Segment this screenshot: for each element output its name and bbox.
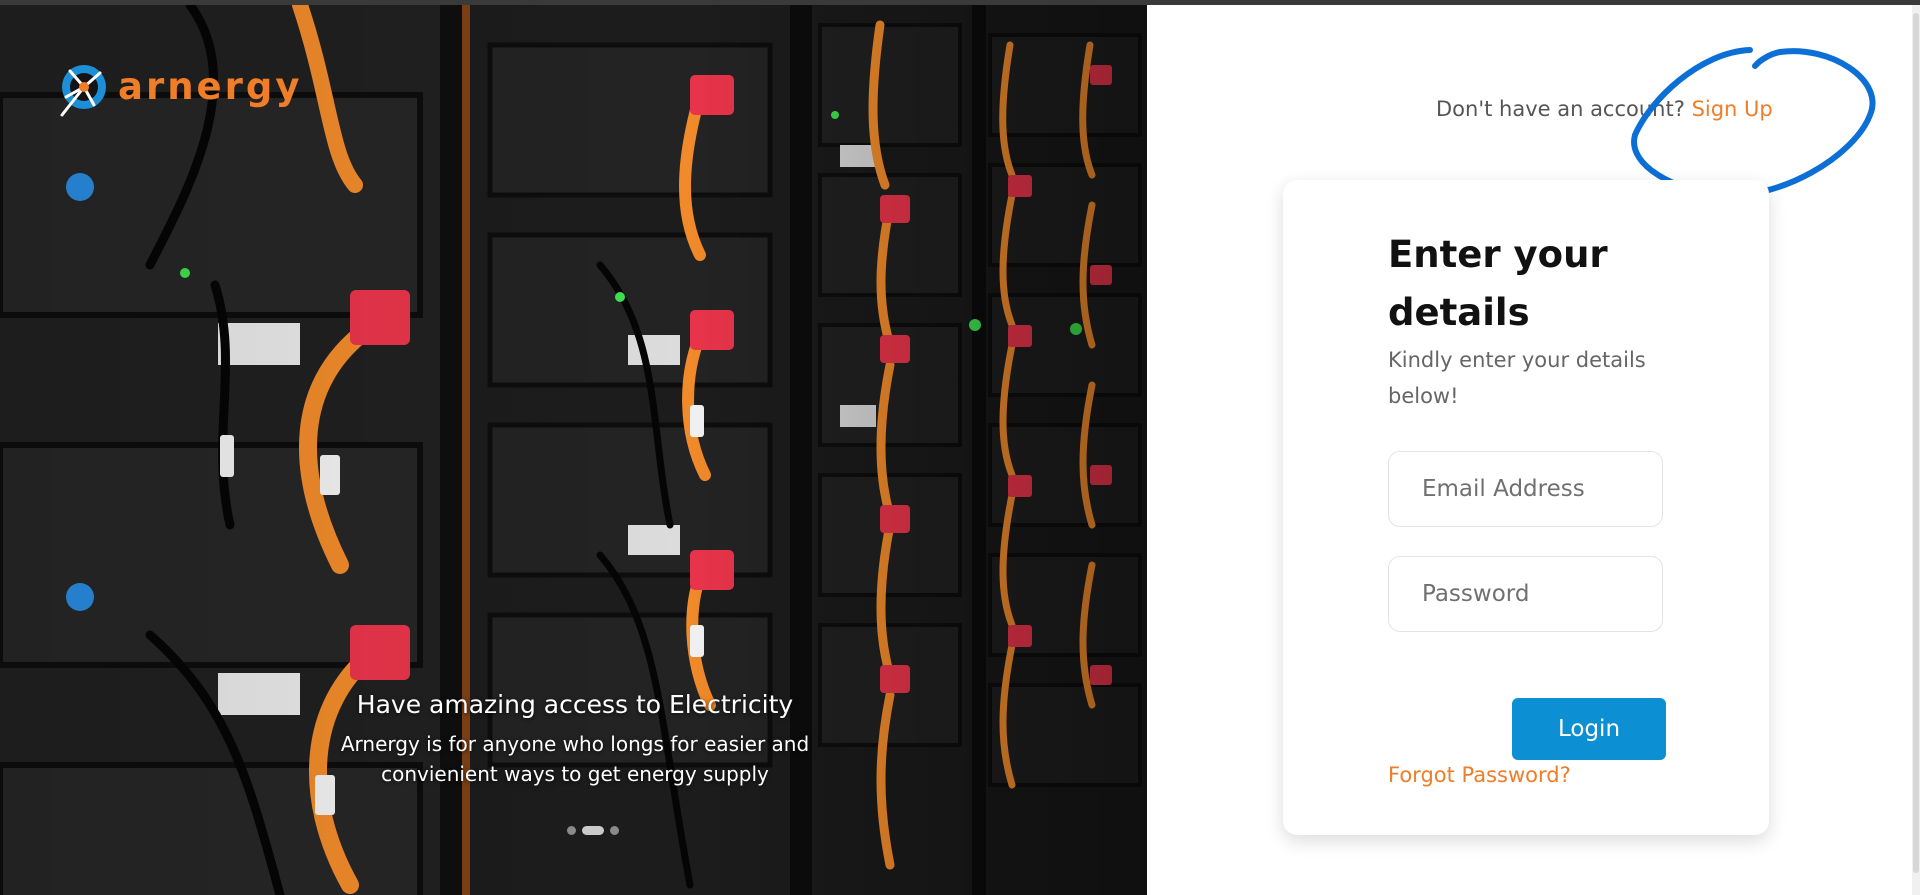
carousel-dot-2[interactable] <box>582 826 604 835</box>
carousel-indicators <box>567 826 619 835</box>
login-card: Enter your details Kindly enter your det… <box>1283 180 1769 835</box>
arnergy-logo-icon <box>60 65 106 117</box>
password-input[interactable] <box>1388 556 1663 632</box>
signup-prompt-line: Don't have an account? Sign Up <box>1436 97 1773 121</box>
hero-panel: arnergy Have amazing access to Electrici… <box>0 5 1147 895</box>
page-scrollbar[interactable] <box>1912 5 1920 895</box>
carousel-dot-3[interactable] <box>610 826 619 835</box>
carousel-dot-1[interactable] <box>567 826 576 835</box>
forgot-password-link[interactable]: Forgot Password? <box>1388 763 1571 787</box>
scrollbar-thumb[interactable] <box>1913 13 1919 873</box>
hero-title: Have amazing access to Electricity <box>356 690 794 719</box>
sign-up-link[interactable]: Sign Up <box>1692 97 1773 121</box>
card-title: Enter your details <box>1388 233 1608 334</box>
email-input[interactable] <box>1388 451 1663 527</box>
brand-name: arnergy <box>118 64 303 108</box>
login-button[interactable]: Login <box>1512 698 1666 760</box>
signup-prompt: Don't have an account? <box>1436 97 1685 121</box>
card-subtitle: Kindly enter your details below! <box>1388 348 1646 408</box>
hero-caption: Have amazing access to Electricity Arner… <box>290 690 860 789</box>
brand-logo[interactable]: arnergy <box>56 61 303 117</box>
hero-subtitle: Arnergy is for anyone who longs for easi… <box>340 732 810 786</box>
